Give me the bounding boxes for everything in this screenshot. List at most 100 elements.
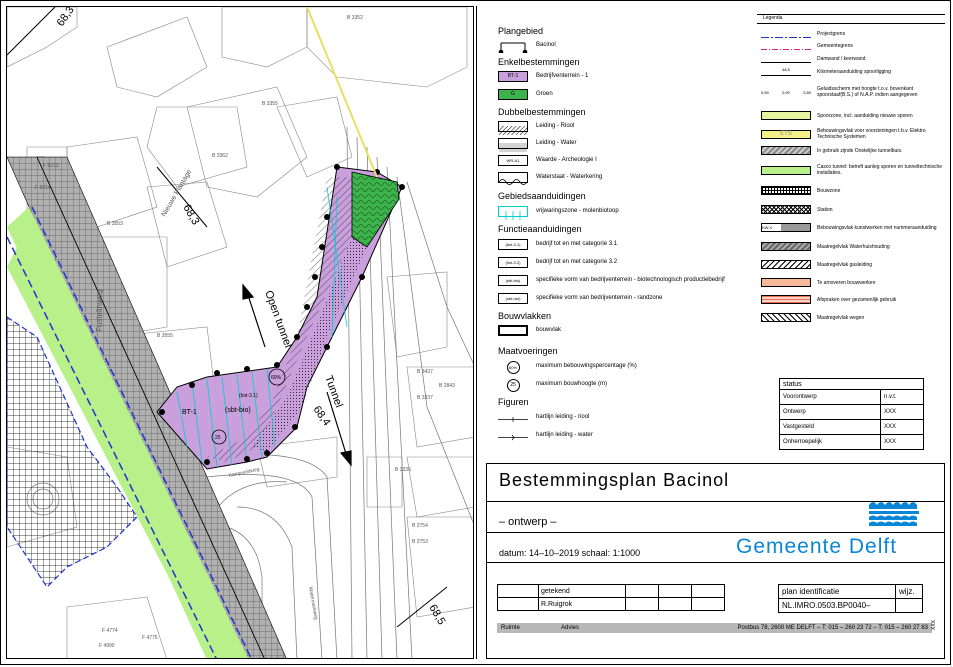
legend-right-row: KW.X Bebouwingsvlak kunstwerken met numm… [761,223,945,232]
legend-right-label: Spoorzone, incl. aanduiding nieuwe spore… [817,112,913,119]
plangebied-symbol [498,40,528,54]
km-label-mid: 68,3 [180,203,201,228]
legend-right-row: Afspraken over gezamenlijk gebruik [761,295,945,304]
legend-label: Leiding - Riool [536,123,575,129]
legend-row-waarde: WR-A1 Waarde - Archeologie I [498,153,597,167]
legend-right-row: Station [761,205,945,214]
parcel-label: F 8214 [35,185,51,191]
legend-right-row: Projectgrens [761,29,945,38]
km-label-tunnel: 68,4 [311,404,333,428]
legend-row-bedrijf: BT-1 Bedrijfventerrein - 1 [498,69,588,83]
legend-row-maat2: 25 maximum bouwhoogte (m) [498,377,607,392]
tunnelbuis-swatch [761,146,811,155]
bedrijf-swatch: BT-1 [498,70,528,82]
legend-label: vrijwaringszone - molenbiotoop [536,208,619,214]
legend-heading: Plangebied [498,26,544,36]
legend-row-f3: (sbt-bio) specifieke vorm van bedrijvent… [498,273,725,287]
f2-swatch: (bst-3.2) [498,256,528,268]
legend-label: bedrijf tot en met categorie 3.1 [536,241,618,247]
fig1-symbol [498,412,528,423]
legend-row-waterstaat: Waterstaat - Waterkering [498,170,602,185]
legend-label: Bedrijfventerrein - 1 [536,73,589,79]
legend-right-label: Maatregelvlak Waterhuishouding [817,243,890,250]
plan-id-value: NL.IMRO.0503.BP0040– [778,598,896,613]
legend-row-groen: G Groen [498,87,553,101]
legend-row-maat1: 60% maximum bebouwingspercentage (%) [498,359,637,374]
status-label: Onherroepelijk [778,434,882,450]
status-value: XXX [880,404,924,420]
spoorzone-swatch [761,111,811,120]
plan-map: B 3352 B 3355 B 3362 F 8213 F 8214 B 355… [6,6,474,659]
sbt-ab-label: (bst-3.1) [239,393,258,399]
legend-label: bouwvlak [536,327,562,333]
legend-right-label: Bebouwingsvlak voor voorzieningen t.b.v.… [817,128,926,140]
parcel-label: F 8213 [43,163,59,169]
parcel-label: B 3337 [417,395,433,401]
kunstwerk-swatch: KW.X [761,223,811,232]
title-block: Bestemmingsplan Bacinol – ontwerp – Geme… [486,463,945,659]
legend-row-riool: Leiding - Riool [498,119,575,135]
plan-id-table: plan identificatie wijz. NL.IMRO.0503.BP… [778,584,923,613]
legend-label: Leiding - Water [536,140,577,146]
municipality-name: Gemeente Delft [736,535,898,558]
legend-right-label: Bouwzone [817,187,841,194]
parcel-label: B 3355 [262,101,278,107]
water-swatch [498,137,528,152]
waterhuishouding-swatch [761,242,811,251]
footer-dept: Ruimte [501,625,521,631]
parcel-label: B 3362 [212,153,228,159]
legend-heading: Dubbelbestemmingen [498,107,586,117]
bouwvlak-swatch [498,324,528,336]
maat2-symbol: 25 [498,378,528,392]
parcel-label: B 3553 [107,221,123,227]
legend-row-vrijwaring: vrijwaringszone - molenbiotoop [498,204,619,220]
footer-advice: Advies [561,625,580,631]
parcel-label: B 3437 [417,369,433,375]
ets-swatch: ETS [761,129,811,139]
legend-row-fig1: hartlijn leiding - riool [498,410,589,424]
spoorzone-line [306,7,378,178]
street-label: Watermarkweg [307,586,319,620]
legend-right-row: In gebruik zijnde Oostelijke tunnelbuis. [761,146,945,155]
legend-row-f1: (bst-3.1) bedrijf tot en met categorie 3… [498,237,617,251]
status-label: Voorontwerp [778,389,882,405]
legend-heading: Functieaanduidingen [498,224,582,234]
legend-right-label: Kilometeraanduiding spoorligging [817,68,891,75]
bouwzone-swatch [761,186,811,195]
tunnel-label: Tunnel [322,374,345,409]
parcel-label: B 2843 [439,383,455,389]
legend-left: Plangebied Bacinol Enkelbestemmingen BT-… [498,26,753,446]
legend-right-label: Gemeentegrens [817,42,853,49]
legend-right-row: Te amoveren bouwwerken [761,278,945,287]
height-label: 25 [215,435,221,441]
legend-label: Bacinol [536,42,556,48]
legend-heading: Enkelbestemmingen [498,57,580,67]
status-row: Voorontwerp n.v.t. [778,389,924,405]
legend-label: hartlijn leiding - riool [536,414,590,420]
street-label: Fustelinweg [95,289,104,332]
legend-right-label: Damwand / keerwand [817,55,866,62]
km-symbol: 48,5 [761,67,811,76]
legend-right-row: Damwand / keerwand [761,54,945,63]
legend-right-label: Afspraken over gezamenlijk gebruik [817,296,897,303]
parcel-label: B 2754 [412,523,428,529]
status-table: status Voorontwerp n.v.t. Ontwerp XXX Vast… [778,378,924,450]
parcel-label: B 3352 [347,15,363,21]
legend-right: Legenda Projectgrens Gemeentegrens Damwa… [757,14,945,334]
f1-swatch: (bst-3.1) [498,238,528,250]
status-value: XXX [880,434,924,450]
side-code: XXX [931,619,937,630]
scherm-value-a: 0,69 [761,89,769,95]
legend-row-bacinol: Bacinol [498,38,556,54]
plan-date-scale: datum: 14–10–2019 schaal: 1:1000 [499,548,641,558]
signature-table: getekend R.Ruigrok [497,584,725,611]
amoveren-swatch [761,278,811,287]
legend-right-label: Te amoveren bouwwerken [817,279,876,286]
legend-row-bouwvlak: bouwvlak [498,323,561,337]
legend-right-row: Bouwzone [761,186,945,195]
parcel-label: B 3336 [395,467,411,473]
title-separator [487,532,944,533]
status-label: Vastgesteld [778,419,882,435]
parcel-label: F 4990 [99,643,115,649]
vrijwaring-swatch [498,205,528,220]
